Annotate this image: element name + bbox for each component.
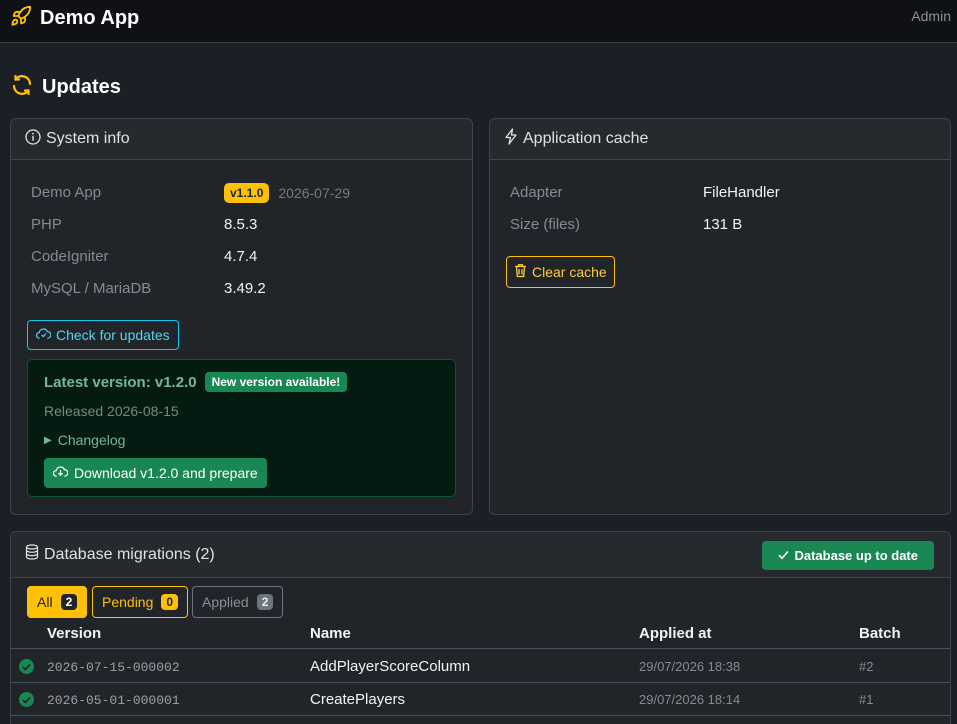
filter-count: 0 [161, 594, 179, 610]
system-info-card: System info Demo App v1.1.0 2026-07-29 P… [10, 118, 473, 515]
clear-cache-button[interactable]: Clear cache [506, 256, 615, 288]
info-label: PHP [31, 216, 62, 233]
card-header: Application cache [490, 119, 950, 160]
filter-pending[interactable]: Pending 0 [92, 586, 189, 618]
info-value: 4.7.4 [224, 248, 258, 265]
column-header-version[interactable]: Version [47, 625, 101, 642]
changelog-label: Changelog [57, 432, 126, 448]
brand[interactable]: Demo App [10, 5, 139, 31]
filter-label: Applied [202, 594, 249, 610]
button-label: Database up to date [794, 548, 918, 563]
changelog-toggle[interactable]: ▶ Changelog [44, 432, 125, 448]
info-value: 131 B [703, 216, 743, 233]
migration-batch: #2 [859, 659, 874, 674]
card-header: System info [11, 119, 472, 160]
top-navbar: Demo App Admin [0, 0, 957, 43]
info-label: MySQL / MariaDB [31, 280, 152, 297]
user-menu[interactable]: Admin [911, 8, 951, 24]
latest-version-title: Latest version: v1.2.0 [44, 373, 197, 391]
info-label: Size (files) [510, 216, 581, 233]
cloud-download-icon [52, 465, 69, 481]
card-title: System info [46, 130, 130, 147]
card-title: Database migrations (2) [44, 545, 215, 563]
check-circle-icon [19, 692, 34, 707]
check-circle-icon [19, 659, 34, 674]
latest-version-heading: Latest version: v1.2.0 New version avail… [44, 372, 348, 392]
download-update-button[interactable]: Download v1.2.0 and prepare [44, 458, 267, 488]
info-value: v1.1.0 2026-07-29 [224, 183, 350, 203]
version-badge: v1.1.0 [224, 183, 270, 203]
latest-version-panel: Latest version: v1.2.0 New version avail… [27, 359, 456, 497]
info-label: CodeIgniter [31, 248, 109, 265]
trash-icon [514, 263, 527, 281]
button-label: Check for updates [56, 327, 170, 343]
migration-name: CreatePlayers [310, 691, 406, 708]
rocket-icon [10, 5, 32, 31]
info-label: Demo App [31, 184, 102, 201]
cloud-check-icon [35, 327, 52, 343]
released-date: Released 2026-08-15 [44, 403, 179, 419]
migration-name: AddPlayerScoreColumn [310, 658, 471, 675]
table-header: Version Name Applied at Batch [11, 625, 950, 649]
info-value: 8.5.3 [224, 216, 258, 233]
refresh-icon [10, 73, 34, 101]
migration-batch: #1 [859, 692, 874, 707]
filter-label: Pending [102, 594, 154, 610]
card-title: Application cache [523, 130, 649, 147]
button-label: Download v1.2.0 and prepare [74, 465, 258, 481]
info-icon [25, 128, 41, 150]
database-icon [25, 544, 39, 565]
new-version-badge: New version available! [204, 372, 348, 392]
caret-right-icon: ▶ [44, 434, 52, 446]
application-cache-card: Application cache Adapter FileHandler Si… [489, 118, 951, 515]
column-header-batch[interactable]: Batch [859, 625, 901, 642]
database-migrations-card: Database migrations (2) Database up to d… [10, 531, 951, 724]
lightning-icon [504, 128, 518, 150]
filter-count: 2 [60, 594, 78, 610]
migration-applied-at: 29/07/2026 18:14 [639, 692, 741, 707]
filter-applied[interactable]: Applied 2 [192, 586, 284, 618]
column-header-name[interactable]: Name [310, 625, 351, 642]
filter-label: All [37, 594, 53, 610]
migration-applied-at: 29/07/2026 18:38 [639, 659, 741, 674]
info-value: 3.49.2 [224, 280, 266, 297]
check-icon [778, 548, 790, 563]
column-header-applied-at[interactable]: Applied at [639, 625, 712, 642]
filter-all[interactable]: All 2 [27, 586, 88, 618]
filter-count: 2 [256, 594, 274, 610]
check-updates-button[interactable]: Check for updates [27, 320, 179, 350]
page-header: Updates [10, 73, 121, 101]
page-title: Updates [42, 75, 121, 98]
migration-version: 2026-07-15-000002 [47, 660, 180, 675]
app-title: Demo App [40, 6, 140, 29]
info-value: FileHandler [703, 184, 780, 201]
table-row: 2026-05-01-000001 CreatePlayers 29/07/20… [11, 683, 950, 716]
button-label: Clear cache [532, 264, 607, 280]
migration-version: 2026-05-01-000001 [47, 693, 180, 708]
table-row: 2026-07-15-000002 AddPlayerScoreColumn 2… [11, 650, 950, 683]
info-label: Adapter [510, 184, 563, 201]
release-date: 2026-07-29 [278, 185, 350, 201]
database-up-to-date-button[interactable]: Database up to date [762, 541, 934, 570]
